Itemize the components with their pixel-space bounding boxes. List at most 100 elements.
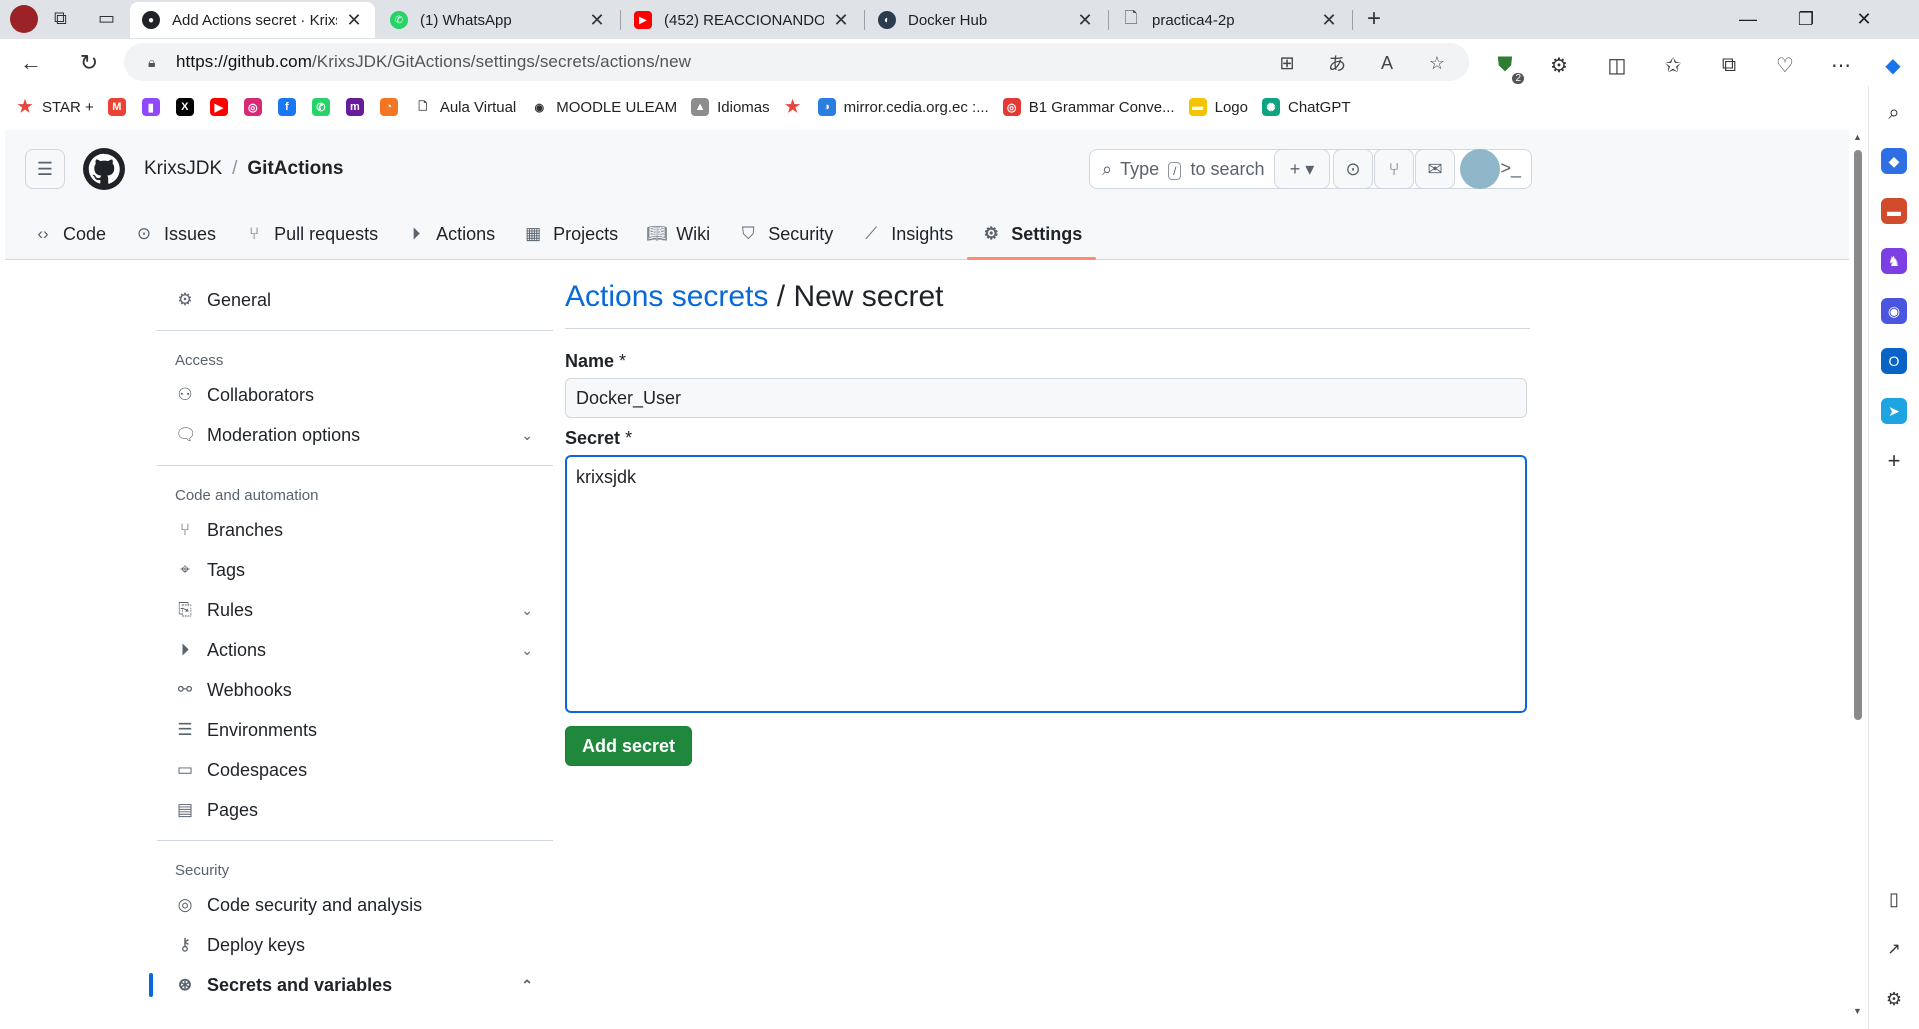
- bookmark-item[interactable]: ★ STAR +: [16, 97, 93, 116]
- shopping-tag-icon[interactable]: ◆: [1881, 148, 1907, 174]
- search-icon[interactable]: ⌕: [1881, 100, 1907, 126]
- translate-icon[interactable]: あ: [1322, 48, 1352, 78]
- back-button[interactable]: ←: [14, 46, 48, 80]
- tab-settings[interactable]: ⚙ Settings: [967, 208, 1097, 260]
- issues-icon[interactable]: ⊙: [1333, 149, 1373, 189]
- sidebar-item-general[interactable]: ⚙ General: [157, 280, 553, 320]
- tab-pull-requests[interactable]: ⑂ Pull requests: [230, 208, 392, 260]
- secret-value-field[interactable]: krixsjdk: [565, 455, 1527, 713]
- sidebar-item-tags[interactable]: ⌖ Tags: [157, 550, 553, 590]
- create-new-button[interactable]: + ▾: [1274, 149, 1330, 189]
- sidebar-item-webhooks[interactable]: ⚯ Webhooks: [157, 670, 553, 710]
- bookmark-item[interactable]: ◔: [379, 98, 406, 116]
- tab-issues[interactable]: ⊙ Issues: [120, 208, 230, 260]
- browser-tab-youtube[interactable]: ▶ (452) REACCIONANDO AL EVENTO ✕: [622, 2, 862, 38]
- sidebar-item-environments[interactable]: ☰ Environments: [157, 710, 553, 750]
- split-screen-icon[interactable]: ◫: [1600, 48, 1634, 82]
- tab-security[interactable]: ⛉ Security: [724, 208, 847, 260]
- new-tab-button[interactable]: +: [1360, 5, 1388, 33]
- tab-insights[interactable]: ⟋ Insights: [847, 208, 967, 260]
- tab-code[interactable]: ‹› Code: [19, 208, 120, 260]
- url-text[interactable]: https://github.com/KrixsJDK/GitActions/s…: [176, 52, 691, 72]
- bookmark-item[interactable]: ◉ MOODLE ULEAM: [530, 98, 677, 116]
- bookmark-item[interactable]: ✆: [311, 98, 338, 116]
- performance-icon[interactable]: ♡: [1768, 48, 1802, 82]
- chevron-up-icon[interactable]: ⌃: [521, 977, 533, 994]
- bookmark-item[interactable]: m: [345, 98, 372, 116]
- close-icon[interactable]: ✕: [1320, 10, 1338, 31]
- pull-requests-icon[interactable]: ⑂: [1374, 149, 1414, 189]
- bookmark-item[interactable]: f: [277, 98, 304, 116]
- bookmark-item[interactable]: ◑ mirror.cedia.org.ec :...: [817, 98, 989, 116]
- page-scrollbar[interactable]: ▲ ▼: [1849, 130, 1867, 1022]
- bookmark-item[interactable]: X: [175, 98, 202, 116]
- browser-tab-whatsapp[interactable]: ✆ (1) WhatsApp ✕: [378, 2, 618, 38]
- copilot-icon[interactable]: ◆: [1876, 48, 1910, 82]
- restore-button[interactable]: ❐: [1778, 0, 1834, 39]
- hamburger-menu-icon[interactable]: ☰: [25, 149, 65, 189]
- browser-tab-docker[interactable]: ◐ Docker Hub ✕: [866, 2, 1106, 38]
- sidebar-item-collaborators[interactable]: ⚇ Collaborators: [157, 375, 553, 415]
- extensions-icon[interactable]: ⚙: [1542, 48, 1576, 82]
- address-bar[interactable]: 🔒︎ https://github.com/KrixsJDK/GitAction…: [124, 43, 1469, 81]
- user-avatar[interactable]: [1460, 149, 1500, 189]
- browser-tab-github[interactable]: ● Add Actions secret · KrixsJDK/GitActio…: [130, 2, 375, 38]
- tab-projects[interactable]: ▦ Projects: [509, 208, 632, 260]
- scroll-thumb[interactable]: [1854, 150, 1862, 720]
- chevron-down-icon[interactable]: ⌄: [521, 642, 533, 659]
- favorites-icon[interactable]: ✩: [1656, 48, 1690, 82]
- office-icon[interactable]: ◉: [1881, 298, 1907, 324]
- sidebar-item-actions[interactable]: ⏵ Actions ⌄: [157, 630, 553, 670]
- chevron-down-icon[interactable]: ⌄: [521, 427, 533, 444]
- sidebar-item-codespaces[interactable]: ▭ Codespaces: [157, 750, 553, 790]
- bookmark-item[interactable]: ▬ Logo: [1188, 98, 1248, 116]
- tools-icon[interactable]: ▬: [1881, 198, 1907, 224]
- scroll-up-arrow[interactable]: ▲: [1853, 132, 1862, 142]
- app-available-icon[interactable]: ⊞: [1272, 48, 1302, 78]
- github-logo-icon[interactable]: [83, 148, 125, 190]
- favorite-star-icon[interactable]: ☆: [1422, 48, 1452, 78]
- bookmark-item[interactable]: ▲ Idiomas: [691, 98, 770, 116]
- close-icon[interactable]: ✕: [832, 10, 850, 31]
- close-window-button[interactable]: ✕: [1836, 0, 1892, 39]
- sidebar-item-deploy-keys[interactable]: ⚷ Deploy keys: [157, 925, 553, 965]
- browser-tab-practica[interactable]: 🗋 practica4-2p ✕: [1110, 2, 1350, 38]
- actions-secrets-link[interactable]: Actions secrets: [565, 280, 768, 313]
- more-menu-icon[interactable]: ⋯: [1824, 48, 1858, 82]
- add-icon[interactable]: +: [1881, 448, 1907, 474]
- tab-wiki[interactable]: 📖︎ Wiki: [632, 208, 724, 260]
- profile-avatar[interactable]: [10, 5, 38, 33]
- owner-link[interactable]: KrixsJDK: [144, 158, 222, 179]
- close-icon[interactable]: ✕: [345, 10, 363, 31]
- close-icon[interactable]: ✕: [588, 10, 606, 31]
- bookmark-item[interactable]: M: [107, 98, 134, 116]
- secret-name-field[interactable]: [565, 378, 1527, 418]
- open-external-icon[interactable]: ↗: [1881, 936, 1907, 962]
- inbox-icon[interactable]: ✉: [1415, 149, 1455, 189]
- outlook-icon[interactable]: O: [1881, 348, 1907, 374]
- lock-icon[interactable]: 🔒︎: [148, 54, 176, 71]
- sidebar-item-code-security[interactable]: ◎ Code security and analysis: [157, 885, 553, 925]
- bookmark-item[interactable]: ✺ ChatGPT: [1261, 98, 1351, 116]
- close-icon[interactable]: ✕: [1076, 10, 1094, 31]
- tab-actions-icon[interactable]: ▭: [98, 8, 120, 30]
- repo-link[interactable]: GitActions: [247, 158, 343, 179]
- extension-shield-icon[interactable]: ⛊ 2: [1488, 48, 1524, 84]
- sidebar-item-moderation[interactable]: 🗨︎ Moderation options ⌄: [157, 415, 553, 455]
- bookmark-item[interactable]: ★: [784, 97, 810, 116]
- tab-actions[interactable]: ⏵ Actions: [392, 208, 509, 260]
- bookmark-item[interactable]: ◎ B1 Grammar Conve...: [1002, 98, 1175, 116]
- bookmark-item[interactable]: ◎: [243, 98, 270, 116]
- sidebar-item-rules[interactable]: ⎘ Rules ⌄: [157, 590, 553, 630]
- workspaces-icon[interactable]: ⧉: [54, 8, 76, 30]
- sidebar-item-secrets[interactable]: ⊛ Secrets and variables ⌃: [149, 965, 553, 1005]
- collections-icon[interactable]: ⧉: [1712, 48, 1746, 82]
- minimize-button[interactable]: —: [1720, 0, 1776, 39]
- settings-gear-icon[interactable]: ⚙: [1881, 986, 1907, 1012]
- scroll-down-arrow[interactable]: ▼: [1853, 1006, 1862, 1016]
- refresh-button[interactable]: ↻: [72, 46, 106, 80]
- sidebar-item-pages[interactable]: ▤ Pages: [157, 790, 553, 830]
- bookmark-item[interactable]: ▮: [141, 98, 168, 116]
- add-secret-button[interactable]: Add secret: [565, 726, 693, 766]
- games-icon[interactable]: ♞: [1881, 248, 1907, 274]
